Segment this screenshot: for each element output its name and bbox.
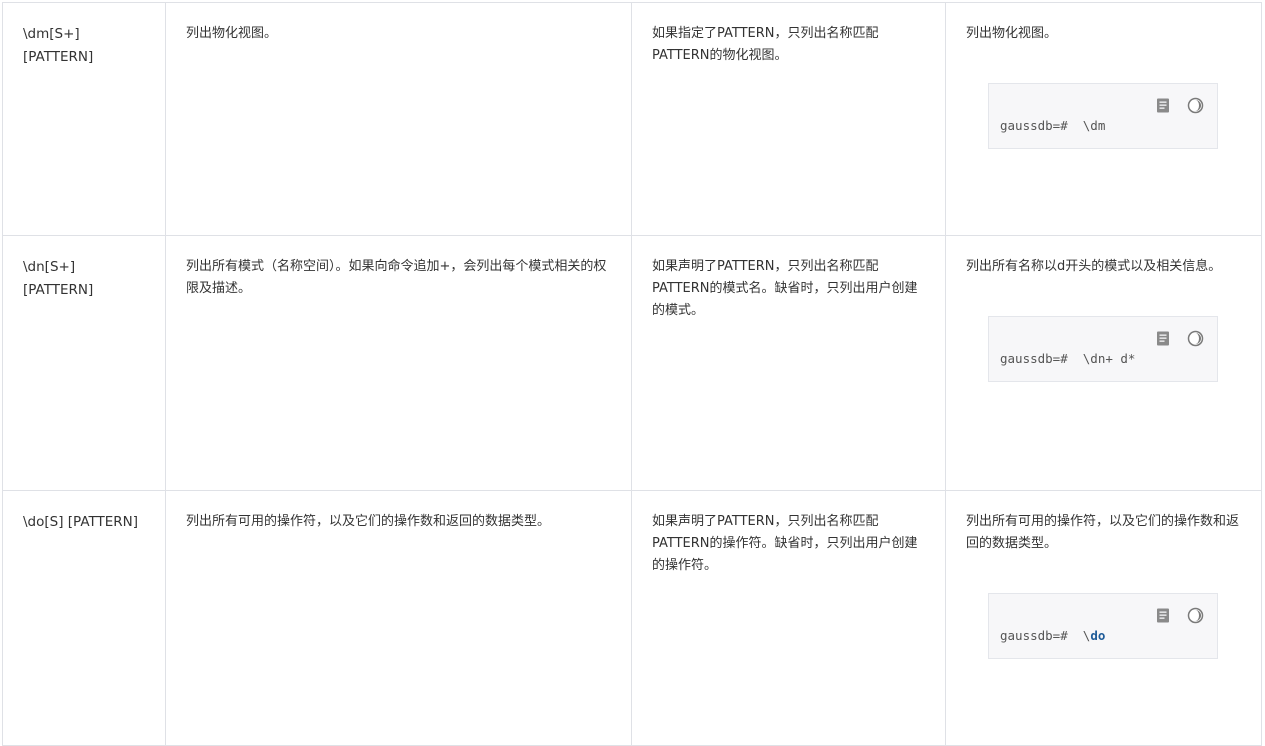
table-row: \dm[S+] [PATTERN] 列出物化视图。 如果指定了PATTERN，只… <box>2 2 1262 236</box>
code-prompt: gaussdb=# \ <box>1000 628 1091 643</box>
code-block: gaussdb=# \dm <box>988 83 1218 149</box>
code-prompt: gaussdb=# \dn+ d* <box>1000 351 1136 366</box>
command-cell: \dn[S+] [PATTERN] <box>2 235 166 491</box>
theme-toggle-icon[interactable] <box>1187 607 1204 624</box>
code-block: gaussdb=# \do <box>988 593 1218 659</box>
example-cell: 列出所有可用的操作符，以及它们的操作数和返回的数据类型。 gaussdb=# \… <box>945 490 1262 746</box>
command-text: \do[S] [PATTERN] <box>23 514 139 530</box>
code-line: gaussdb=# \dn+ d* <box>1000 348 1135 370</box>
command-text: \dn[S+] [PATTERN] <box>23 259 94 298</box>
command-reference-table: \dm[S+] [PATTERN] 列出物化视图。 如果指定了PATTERN，只… <box>2 2 1262 746</box>
example-text: 列出所有名称以d开头的模式以及相关信息。 <box>966 259 1222 274</box>
example-text: 列出所有可用的操作符，以及它们的操作数和返回的数据类型。 <box>966 514 1240 551</box>
pattern-note-text: 如果指定了PATTERN，只列出名称匹配PATTERN的物化视图。 <box>652 26 879 63</box>
description-cell: 列出所有模式（名称空间）。如果向命令追加+，会列出每个模式相关的权限及描述。 <box>165 235 632 491</box>
code-keyword: do <box>1090 628 1106 643</box>
description-text: 列出所有模式（名称空间）。如果向命令追加+，会列出每个模式相关的权限及描述。 <box>186 259 607 296</box>
example-cell: 列出所有名称以d开头的模式以及相关信息。 gaussdb=# \dn+ d* <box>945 235 1262 491</box>
pattern-note-cell: 如果指定了PATTERN，只列出名称匹配PATTERN的物化视图。 <box>631 2 946 236</box>
description-cell: 列出物化视图。 <box>165 2 632 236</box>
table-row: \dn[S+] [PATTERN] 列出所有模式（名称空间）。如果向命令追加+，… <box>2 235 1262 491</box>
table-row: \do[S] [PATTERN] 列出所有可用的操作符，以及它们的操作数和返回的… <box>2 490 1262 746</box>
description-text: 列出物化视图。 <box>186 26 278 41</box>
example-cell: 列出物化视图。 gaussdb=# \dm <box>945 2 1262 236</box>
pattern-note-text: 如果声明了PATTERN，只列出名称匹配PATTERN的模式名。缺省时，只列出用… <box>652 259 918 318</box>
copy-icon[interactable] <box>1156 331 1171 346</box>
copy-icon[interactable] <box>1156 98 1171 113</box>
code-block: gaussdb=# \dn+ d* <box>988 316 1218 382</box>
pattern-note-cell: 如果声明了PATTERN，只列出名称匹配PATTERN的模式名。缺省时，只列出用… <box>631 235 946 491</box>
code-line: gaussdb=# \dm <box>1000 115 1105 137</box>
copy-icon[interactable] <box>1156 608 1171 623</box>
theme-toggle-icon[interactable] <box>1187 97 1204 114</box>
command-cell: \do[S] [PATTERN] <box>2 490 166 746</box>
code-line: gaussdb=# \do <box>1000 625 1105 647</box>
pattern-note-cell: 如果声明了PATTERN，只列出名称匹配PATTERN的操作符。缺省时，只列出用… <box>631 490 946 746</box>
example-text: 列出物化视图。 <box>966 26 1058 41</box>
description-text: 列出所有可用的操作符，以及它们的操作数和返回的数据类型。 <box>186 514 551 529</box>
command-text: \dm[S+] [PATTERN] <box>23 26 94 65</box>
code-prompt: gaussdb=# \dm <box>1000 118 1106 133</box>
pattern-note-text: 如果声明了PATTERN，只列出名称匹配PATTERN的操作符。缺省时，只列出用… <box>652 514 918 573</box>
description-cell: 列出所有可用的操作符，以及它们的操作数和返回的数据类型。 <box>165 490 632 746</box>
command-cell: \dm[S+] [PATTERN] <box>2 2 166 236</box>
theme-toggle-icon[interactable] <box>1187 330 1204 347</box>
